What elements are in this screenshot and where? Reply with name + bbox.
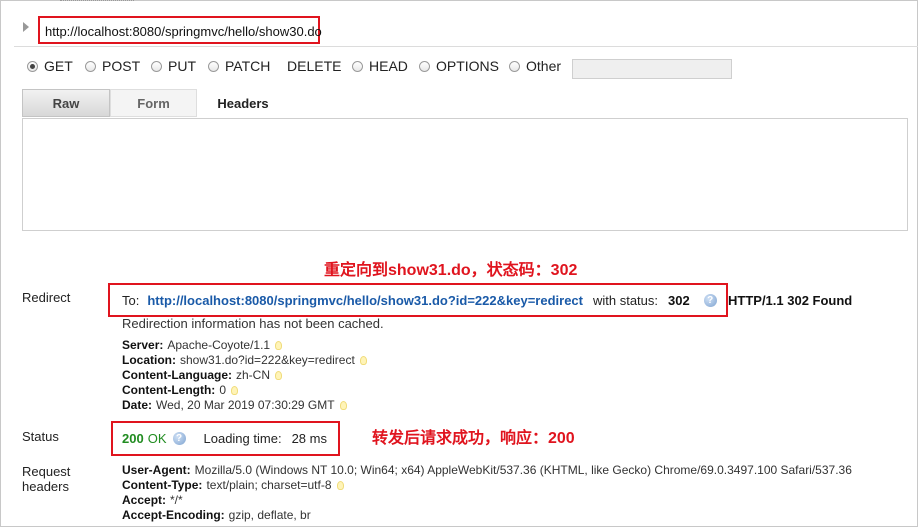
redirect-status-line: HTTP/1.1 302 Found: [728, 293, 853, 308]
header-row: Content-Length: 0: [122, 383, 367, 398]
header-row: Server: Apache-Coyote/1.1: [122, 338, 367, 353]
raw-headers-textarea[interactable]: [22, 118, 908, 231]
method-delete[interactable]: DELETE: [287, 58, 341, 74]
header-name: Date:: [122, 398, 153, 412]
radio-icon[interactable]: [419, 60, 430, 72]
header-row: Location: show31.do?id=222&key=redirect: [122, 353, 367, 368]
header-name: Content-Language:: [122, 368, 232, 382]
status-code: 200: [122, 431, 144, 446]
header-name: Accept-Encoding:: [122, 508, 225, 522]
header-name: Accept:: [122, 493, 167, 507]
other-method-input[interactable]: [572, 59, 732, 79]
method-label: HEAD: [369, 58, 408, 74]
radio-icon[interactable]: [27, 60, 38, 72]
header-value: */*: [170, 493, 183, 507]
loading-time-value: 28 ms: [291, 431, 327, 446]
redirect-line: To: http://localhost:8080/springmvc/hell…: [122, 293, 717, 308]
method-label: Other: [526, 58, 562, 74]
method-post[interactable]: POST: [85, 58, 140, 74]
cache-note: Redirection information has not been cac…: [122, 316, 384, 331]
header-value: Wed, 20 Mar 2019 07:30:29 GMT: [156, 398, 335, 412]
url-input[interactable]: http://localhost:8080/springmvc/hello/sh…: [38, 16, 322, 44]
url-row: http://localhost:8080/springmvc/hello/sh…: [14, 16, 918, 47]
header-row: Content-Type: text/plain; charset=utf-8: [122, 478, 852, 493]
method-label: PATCH: [225, 58, 271, 74]
redirect-annotation: 重定向到show31.do，状态码：302: [324, 262, 578, 279]
method-label: PUT: [168, 58, 196, 74]
request-headers-label-line1: Request: [22, 464, 71, 479]
method-patch[interactable]: PATCH: [208, 58, 270, 74]
with-status-label: with status:: [592, 293, 659, 308]
redirect-status-code: 302: [668, 293, 690, 308]
status-label: Status: [22, 429, 59, 444]
redirect-headers-list: Server: Apache-Coyote/1.1 Location: show…: [122, 338, 367, 413]
header-row: Accept: */*: [122, 493, 852, 508]
redirect-url-link[interactable]: http://localhost:8080/springmvc/hello/sh…: [147, 293, 583, 308]
header-value: show31.do?id=222&key=redirect: [180, 353, 355, 367]
lightbulb-icon[interactable]: [359, 356, 367, 365]
header-row: Date: Wed, 20 Mar 2019 07:30:29 GMT: [122, 398, 367, 413]
radio-icon[interactable]: [151, 60, 162, 72]
status-text: OK: [147, 431, 167, 446]
tab-headers[interactable]: Headers: [208, 89, 278, 117]
tab-form[interactable]: Form: [110, 89, 197, 117]
radio-icon[interactable]: [509, 60, 520, 72]
lightbulb-icon[interactable]: [275, 341, 283, 350]
lightbulb-icon[interactable]: [336, 481, 344, 490]
redirect-label: Redirect: [22, 290, 71, 305]
header-row: Content-Language: zh-CN: [122, 368, 367, 383]
to-label: To:: [122, 293, 140, 308]
method-other[interactable]: Other: [509, 58, 561, 74]
status-annotation: 转发后请求成功，响应：200: [372, 430, 575, 447]
url-text: http://localhost:8080/springmvc/hello/sh…: [45, 24, 322, 39]
header-name: User-Agent:: [122, 463, 191, 477]
radio-icon[interactable]: [85, 60, 96, 72]
lightbulb-icon[interactable]: [231, 386, 238, 395]
request-headers-list: User-Agent: Mozilla/5.0 (Windows NT 10.0…: [122, 463, 852, 523]
header-value: zh-CN: [236, 368, 271, 382]
header-row: Accept-Encoding: gzip, deflate, br: [122, 508, 852, 523]
loading-time-label: Loading time:: [203, 431, 282, 446]
header-name: Content-Type:: [122, 478, 203, 492]
top-divider: [60, 0, 134, 2]
header-value: Apache-Coyote/1.1: [167, 338, 271, 352]
method-label: GET: [44, 58, 73, 74]
lightbulb-icon[interactable]: [275, 371, 283, 380]
header-name: Content-Length:: [122, 383, 216, 397]
expand-arrow-icon[interactable]: [23, 22, 29, 32]
help-icon[interactable]: ?: [172, 432, 186, 445]
header-value: Mozilla/5.0 (Windows NT 10.0; Win64; x64…: [194, 463, 852, 477]
help-icon[interactable]: ?: [703, 294, 717, 307]
header-name: Server:: [122, 338, 164, 352]
header-value: text/plain; charset=utf-8: [206, 478, 332, 492]
method-label: OPTIONS: [436, 58, 500, 74]
method-head[interactable]: HEAD: [352, 58, 408, 74]
method-label: DELETE: [287, 58, 342, 74]
lightbulb-icon[interactable]: [339, 401, 347, 410]
header-row: User-Agent: Mozilla/5.0 (Windows NT 10.0…: [122, 463, 852, 478]
request-headers-label-line2: headers: [22, 479, 69, 494]
tab-raw[interactable]: Raw: [22, 89, 110, 117]
header-value: 0: [219, 383, 226, 397]
radio-icon[interactable]: [208, 60, 219, 72]
method-label: POST: [102, 58, 141, 74]
method-options[interactable]: OPTIONS: [419, 58, 499, 74]
header-value: gzip, deflate, br: [228, 508, 311, 522]
method-get[interactable]: GET: [27, 58, 73, 74]
header-name: Location:: [122, 353, 176, 367]
method-put[interactable]: PUT: [151, 58, 196, 74]
status-line: 200 OK ? Loading time: 28 ms: [122, 431, 327, 446]
radio-icon[interactable]: [352, 60, 363, 72]
